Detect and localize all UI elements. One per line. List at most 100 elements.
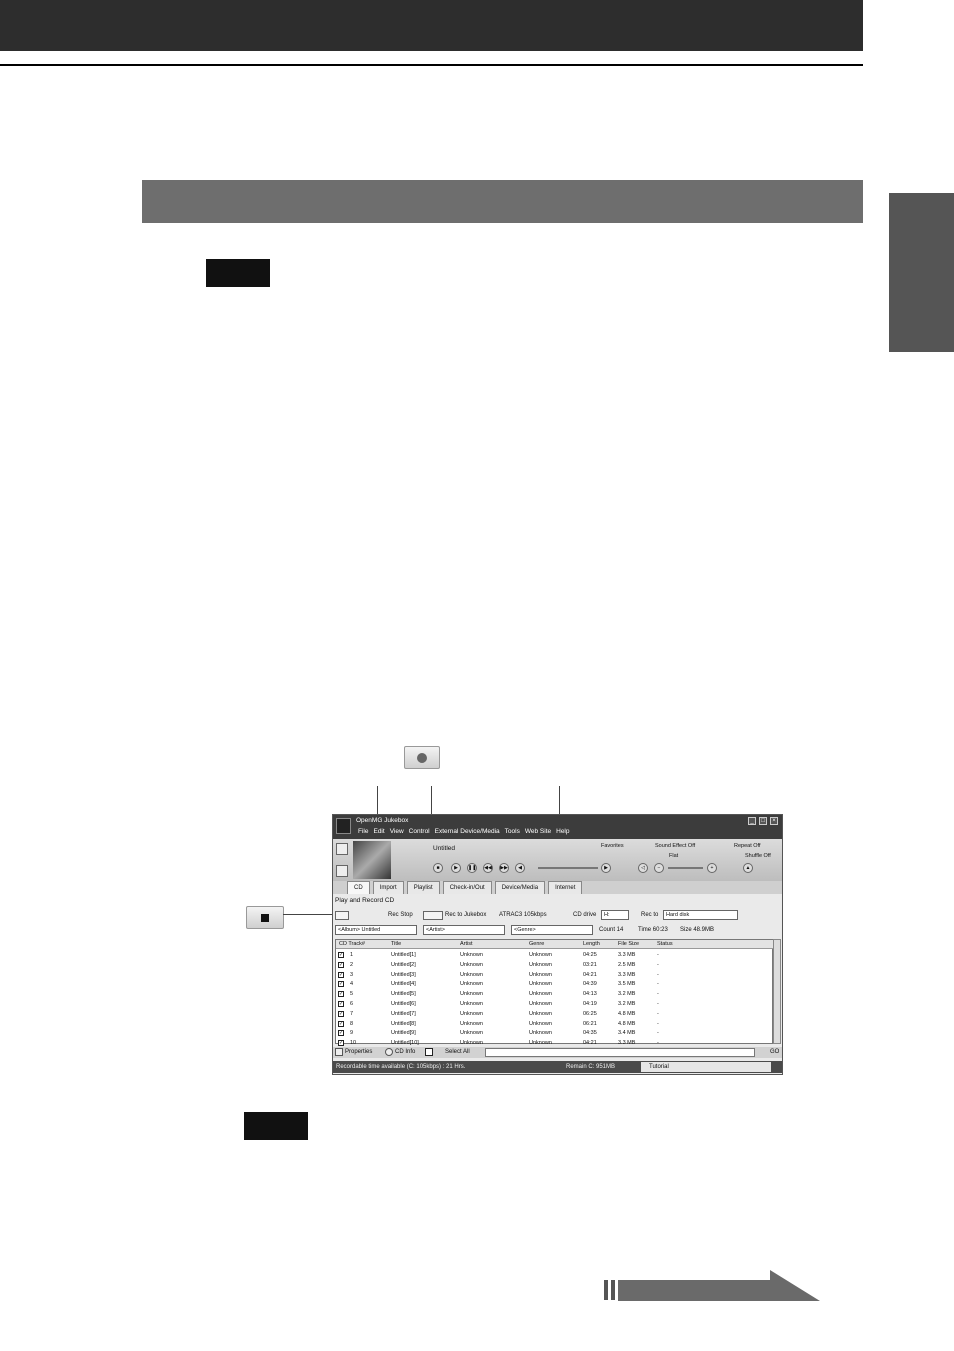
table-row[interactable]: ✓ 3 Untitled[3] Unknown Unknown 04:21 3.3 MB - xyxy=(336,971,772,981)
note-label-tag xyxy=(206,259,270,287)
menu-help[interactable]: Help xyxy=(556,828,569,835)
tab-import[interactable]: Import xyxy=(372,881,404,894)
menu-file[interactable]: File xyxy=(358,828,368,835)
menu-external-device[interactable]: External Device/Media xyxy=(435,828,500,835)
eject-icon[interactable]: ▲ xyxy=(743,863,753,873)
record-toolbar: Rec Stop Rec to Jukebox ATRAC3 105kbps C… xyxy=(333,910,782,922)
tab-check-in-out[interactable]: Check-in/Out xyxy=(442,881,492,894)
row-checkbox[interactable]: ✓ xyxy=(338,1020,344,1027)
rec-to-jukebox-button[interactable] xyxy=(423,911,443,920)
table-row[interactable]: ✓ 1 Untitled[1] Unknown Unknown 04:25 3.3 MB - xyxy=(336,951,772,961)
properties-button[interactable]: Properties xyxy=(345,1049,372,1055)
row-checkbox[interactable]: ✓ xyxy=(338,1010,344,1017)
vertical-scrollbar[interactable] xyxy=(773,939,781,1044)
col-file-size[interactable]: File Size xyxy=(618,941,639,947)
col-cd-track[interactable]: CD Track# xyxy=(339,941,365,947)
row-checkbox[interactable]: ✓ xyxy=(338,1001,344,1007)
tab-internet[interactable]: Internet xyxy=(548,881,583,894)
close-button[interactable]: × xyxy=(770,817,778,825)
row-checkbox[interactable]: ✓ xyxy=(338,961,344,968)
row-checkbox[interactable]: ✓ xyxy=(338,1040,344,1047)
col-artist[interactable]: Artist xyxy=(460,941,473,947)
row-checkbox[interactable]: ✓ xyxy=(338,991,344,998)
eq-setting[interactable]: Flat xyxy=(669,853,678,859)
row-checkbox[interactable]: ✓ xyxy=(338,981,344,988)
cell-title: Untitled[3] xyxy=(391,971,416,978)
menu-control[interactable]: Control xyxy=(409,828,430,835)
pause-icon[interactable]: ❚❚ xyxy=(467,863,477,873)
table-row[interactable]: ✓ 5 Untitled[5] Unknown Unknown 04:13 3.2 MB - xyxy=(336,990,772,1000)
cd-drive-select[interactable]: H: xyxy=(601,910,629,920)
table-row[interactable]: ✓ 2 Untitled[2] Unknown Unknown 03:21 2.5 MB - xyxy=(336,961,772,971)
play-icon[interactable]: ▶ xyxy=(451,863,461,873)
cell-artist: Unknown xyxy=(460,1020,483,1027)
table-row[interactable]: ✓ 4 Untitled[4] Unknown Unknown 04:39 3.5 MB - xyxy=(336,980,772,990)
next-icon[interactable]: ▶▶ xyxy=(499,863,509,873)
cell-genre: Unknown xyxy=(529,991,552,998)
cell-size: 3.5 MB xyxy=(618,981,636,988)
cell-status: - xyxy=(657,952,659,958)
tab-cd[interactable]: CD xyxy=(347,881,370,894)
col-genre[interactable]: Genre xyxy=(529,941,544,947)
cd-info-button[interactable]: CD Info xyxy=(395,1049,415,1055)
maximize-button[interactable]: □ xyxy=(759,817,767,825)
cell-length: 04:39 xyxy=(583,981,597,988)
total-time: Time 60:23 xyxy=(638,927,668,933)
mode-icon[interactable] xyxy=(336,843,348,855)
cell-length: 04:25 xyxy=(583,952,597,958)
menu-tools[interactable]: Tools xyxy=(505,828,520,835)
cell-size: 3.3 MB xyxy=(618,971,636,978)
tutorial-tab[interactable]: Tutorial xyxy=(641,1062,771,1072)
table-row[interactable]: ✓ 9 Untitled[9] Unknown Unknown 04:35 3.4 MB - xyxy=(336,1029,772,1039)
genre-select[interactable]: <Genre> xyxy=(511,925,593,935)
select-all-checkbox[interactable] xyxy=(425,1048,433,1056)
cell-genre: Unknown xyxy=(529,952,552,958)
cell-status: - xyxy=(657,971,659,978)
cell-genre: Unknown xyxy=(529,1020,552,1027)
album-select[interactable]: <Album> Untitled xyxy=(335,925,417,935)
row-checkbox[interactable]: ✓ xyxy=(338,971,344,978)
repeat-setting[interactable]: Repeat Off xyxy=(734,843,761,849)
rewind-icon[interactable]: ◀ xyxy=(515,863,525,873)
cell-genre: Unknown xyxy=(529,1030,552,1037)
address-input[interactable] xyxy=(485,1048,755,1057)
sound-effect-setting[interactable]: Sound Effect Off xyxy=(655,843,695,849)
rec-to-select[interactable]: Hard disk xyxy=(663,910,738,920)
row-checkbox[interactable]: ✓ xyxy=(338,1030,344,1037)
cell-length: 06:25 xyxy=(583,1010,597,1017)
row-checkbox[interactable]: ✓ xyxy=(338,952,344,958)
table-row[interactable]: ✓ 8 Untitled[8] Unknown Unknown 06:21 4.8 MB - xyxy=(336,1020,772,1030)
go-button[interactable]: GO xyxy=(770,1049,779,1055)
format-label[interactable]: ATRAC3 105kbps xyxy=(499,912,547,918)
col-title[interactable]: Title xyxy=(391,941,401,947)
volume-down-icon[interactable]: − xyxy=(654,863,664,873)
cell-no: 8 xyxy=(350,1020,354,1027)
fast-forward-icon[interactable]: ▶ xyxy=(601,863,611,873)
stop-control-icon[interactable]: ■ xyxy=(433,863,443,873)
menu-edit[interactable]: Edit xyxy=(373,828,384,835)
favorites-button[interactable]: Favorites xyxy=(601,843,624,849)
seek-bar[interactable] xyxy=(538,867,598,869)
rec-stop-button[interactable] xyxy=(335,911,349,920)
menu-view[interactable]: View xyxy=(390,828,404,835)
tab-device-media[interactable]: Device/Media xyxy=(494,881,546,894)
volume-slider[interactable] xyxy=(668,867,703,869)
previous-icon[interactable]: ◀◀ xyxy=(483,863,493,873)
mini-mode-icon[interactable] xyxy=(336,865,348,877)
cell-status: - xyxy=(657,1010,659,1017)
rec-stop-label: Rec Stop xyxy=(388,912,413,918)
cell-genre: Unknown xyxy=(529,1040,552,1047)
col-status[interactable]: Status xyxy=(657,941,673,947)
table-row[interactable]: ✓ 7 Untitled[7] Unknown Unknown 06:25 4.8 MB - xyxy=(336,1010,772,1020)
artist-select[interactable]: <Artist> xyxy=(423,925,505,935)
table-row[interactable]: ✓ 6 Untitled[6] Unknown Unknown 04:19 3.2 MB - xyxy=(336,1000,772,1010)
shuffle-setting[interactable]: Shuffle Off xyxy=(745,853,771,859)
volume-up-icon[interactable]: + xyxy=(707,863,717,873)
col-length[interactable]: Length xyxy=(583,941,600,947)
tab-playlist[interactable]: Playlist xyxy=(406,881,440,894)
record-icon xyxy=(417,752,427,763)
menu-web-site[interactable]: Web Site xyxy=(525,828,551,835)
properties-icon xyxy=(335,1048,343,1056)
minimize-button[interactable]: _ xyxy=(748,817,756,825)
mute-icon[interactable]: ◁ xyxy=(638,863,648,873)
